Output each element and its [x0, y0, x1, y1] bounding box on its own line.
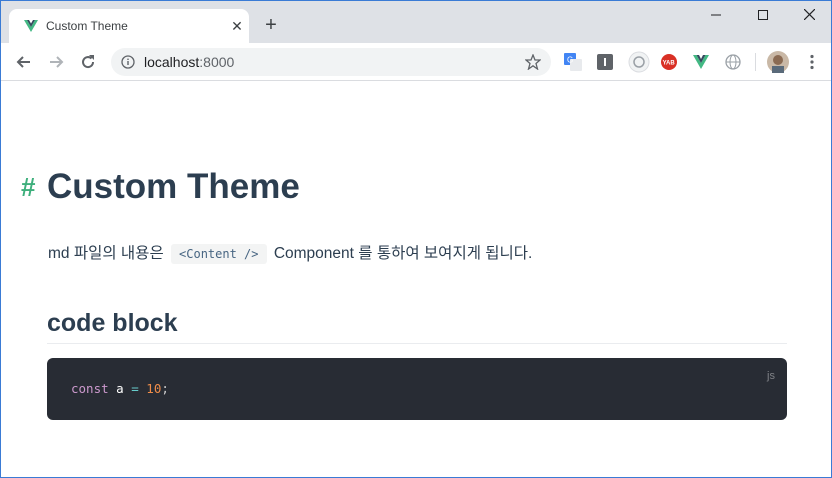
maximize-button[interactable] — [740, 5, 786, 27]
code-block: js const a = 10; — [47, 358, 787, 420]
page-content: # Custom Theme md 파일의 내용은 <Content /> Co… — [1, 82, 831, 477]
tab-title: Custom Theme — [46, 19, 128, 33]
url-host: localhost — [144, 54, 200, 70]
svg-text:G: G — [567, 56, 573, 65]
code-number: 10 — [146, 381, 162, 396]
instapaper-icon[interactable] — [596, 53, 614, 71]
toolbar-separator — [755, 53, 756, 71]
minimize-button[interactable] — [693, 5, 739, 27]
vue-devtools-icon[interactable] — [692, 53, 710, 71]
address-bar[interactable]: localhost:8000 — [111, 48, 551, 76]
browser-toolbar: localhost:8000 G YAB — [1, 43, 831, 81]
close-icon — [803, 8, 815, 21]
heading-text: Custom Theme — [47, 167, 300, 206]
browser-window: Custom Theme ✕ + localhost:8000 G YAB # … — [0, 0, 832, 478]
tab-close-icon[interactable]: ✕ — [228, 17, 246, 35]
close-window-button[interactable] — [786, 5, 831, 27]
avatar[interactable] — [767, 51, 789, 73]
code-language-label: js — [767, 370, 775, 382]
vue-favicon-icon — [24, 20, 38, 32]
tab-strip: Custom Theme ✕ + — [1, 1, 831, 43]
url-port: :8000 — [199, 54, 235, 70]
minimize-icon — [711, 14, 721, 16]
extension-gear-icon[interactable] — [628, 51, 650, 73]
globe-icon[interactable] — [724, 53, 742, 71]
bookmark-star-icon[interactable] — [525, 54, 541, 70]
code-line: const a = 10; — [71, 380, 169, 398]
url-text: localhost:8000 — [144, 54, 234, 70]
back-icon[interactable] — [14, 52, 34, 72]
code-punctuation: ; — [161, 381, 169, 396]
heading-anchor-link[interactable]: # — [21, 172, 35, 203]
code-identifier: a — [116, 381, 124, 396]
paragraph-text-before: md 파일의 내용은 — [48, 245, 164, 262]
inline-code: <Content /> — [171, 244, 267, 264]
code-operator: = — [131, 381, 139, 396]
svg-text:YAB: YAB — [663, 61, 676, 67]
info-icon[interactable] — [121, 55, 135, 69]
yab-icon[interactable]: YAB — [660, 53, 678, 71]
tab-custom-theme[interactable]: Custom Theme ✕ — [9, 9, 249, 43]
intro-paragraph: md 파일의 내용은 <Content /> Component 를 통하여 보… — [48, 242, 532, 266]
paragraph-text-after: Component 를 통하여 보여지게 됩니다. — [273, 245, 533, 262]
new-tab-button[interactable]: + — [261, 15, 281, 35]
reload-icon[interactable] — [78, 52, 98, 72]
forward-icon[interactable] — [46, 52, 66, 72]
subheading: code block — [47, 308, 787, 344]
menu-kebab-icon[interactable] — [803, 53, 821, 71]
google-translate-icon[interactable]: G — [564, 53, 582, 71]
maximize-icon — [758, 10, 768, 20]
code-keyword: const — [71, 381, 109, 396]
